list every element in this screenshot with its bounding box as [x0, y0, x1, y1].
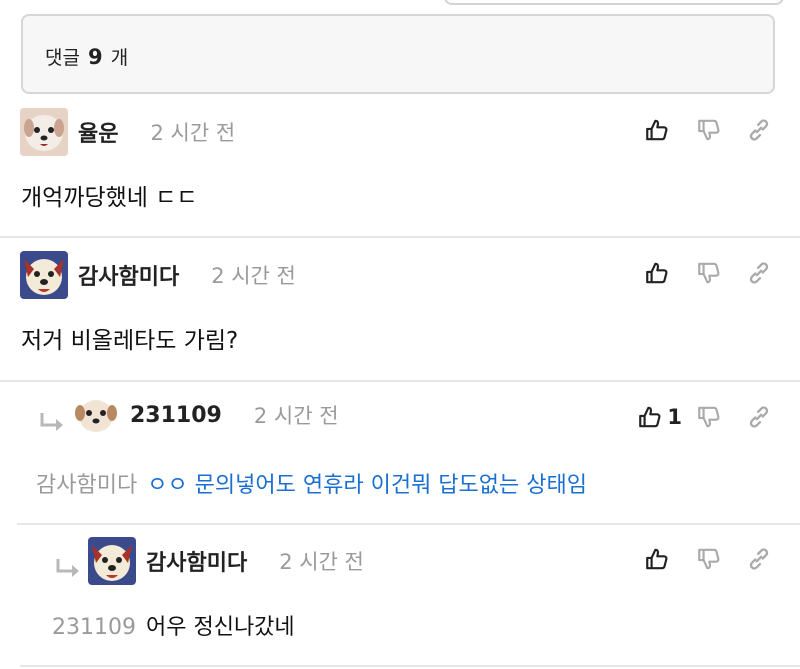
comment-author[interactable]: 율운: [78, 116, 118, 148]
comment-time: 2 시간 전: [150, 121, 236, 145]
reply-arrow-icon: [52, 557, 82, 581]
divider: [0, 380, 800, 382]
thumbs-down-icon: [696, 117, 722, 143]
like-button[interactable]: [644, 117, 674, 143]
share-link-button[interactable]: [746, 546, 772, 572]
avatar[interactable]: [72, 395, 120, 435]
share-link-button[interactable]: [746, 404, 772, 430]
reply-item: 감사함미다 2 시간 전 231109 어우 정신나갔네: [0, 534, 800, 664]
comment-text: 개억까당했네 ㄷㄷ: [21, 185, 198, 211]
reply-item: 231109 2 시간 전 1 감사함미다 ㅇㅇ 문의넣어도 연휴라 이건뭐 답도…: [0, 392, 800, 522]
thumbs-down-icon: [696, 260, 722, 286]
comment-item: 감사함미다 2 시간 전 저거 비올레타도 가림?: [0, 248, 800, 378]
comment-text: 감사함미다 ㅇㅇ 문의넣어도 연휴라 이건뭐 답도없는 상태임: [36, 467, 587, 499]
link-icon: [746, 117, 772, 143]
dislike-button[interactable]: [696, 260, 722, 286]
comment-time: 2 시간 전: [253, 404, 339, 428]
comment-item: 율운 2 시간 전 개억까당했네 ㄷㄷ: [0, 105, 800, 235]
link-icon: [746, 404, 772, 430]
share-link-button[interactable]: [746, 260, 772, 286]
comment-time: 2 시간 전: [279, 550, 364, 574]
avatar[interactable]: [20, 251, 68, 299]
thumbs-up-icon: [644, 546, 670, 572]
dislike-button[interactable]: [696, 404, 722, 430]
comment-text-content: ㅇㅇ 문의넣어도 연휴라 이건뭐 답도없는 상태임: [147, 473, 587, 498]
link-icon: [746, 546, 772, 572]
comment-count-box: 댓글 9 개: [21, 14, 775, 94]
mention-user[interactable]: 감사함미다: [36, 473, 137, 498]
comment-count-number: 9: [88, 45, 103, 69]
dislike-button[interactable]: [696, 117, 722, 143]
like-button[interactable]: [644, 260, 674, 286]
comment-count-suffix: 개: [110, 47, 129, 69]
thumbs-up-icon: [637, 404, 663, 430]
divider: [20, 665, 800, 667]
like-button[interactable]: 1: [637, 404, 682, 430]
share-link-button[interactable]: [746, 117, 772, 143]
like-button[interactable]: [644, 546, 674, 572]
avatar[interactable]: [88, 537, 136, 585]
thumbs-down-icon: [696, 404, 722, 430]
comment-text: 231109 어우 정신나갔네: [52, 609, 295, 641]
comment-count-label: 댓글 9 개: [45, 43, 128, 70]
comment-text: 저거 비올레타도 가림?: [21, 328, 239, 354]
mention-user[interactable]: 231109: [52, 615, 136, 640]
comment-author[interactable]: 감사함미다: [146, 545, 247, 577]
reply-arrow-icon: [36, 411, 66, 435]
thumbs-up-icon: [644, 117, 670, 143]
comment-text-content: 어우 정신나갔네: [145, 615, 295, 640]
comment-author[interactable]: 감사함미다: [78, 259, 179, 291]
dislike-button[interactable]: [696, 546, 722, 572]
divider: [0, 236, 800, 238]
divider: [17, 523, 800, 525]
thumbs-up-icon: [644, 260, 670, 286]
thumbs-down-icon: [696, 546, 722, 572]
comment-count-prefix: 댓글: [45, 47, 80, 69]
comment-author[interactable]: 231109: [130, 403, 222, 428]
previous-section-box: [444, 0, 784, 5]
comment-time: 2 시간 전: [211, 264, 296, 288]
like-count: 1: [667, 405, 682, 429]
link-icon: [746, 260, 772, 286]
avatar[interactable]: [20, 108, 68, 156]
